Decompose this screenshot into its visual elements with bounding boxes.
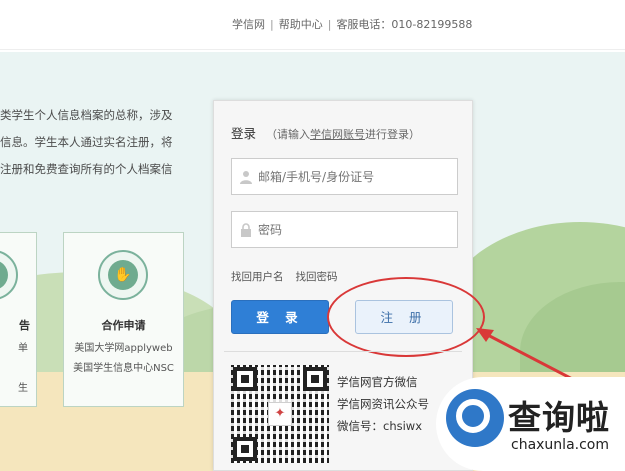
qr-finder xyxy=(303,367,327,391)
login-panel: 登录（请输入学信网账号进行登录） 找回用户名找回密码 登 录 注 册 ✦ 学信网… xyxy=(213,100,485,471)
customer-service-phone: 客服电话：010-82199588 xyxy=(336,18,473,31)
qr-finder xyxy=(233,437,257,461)
cooperation-card[interactable]: ✋ 合作申请 美国大学网applyweb 美国学生信息中心NSC xyxy=(63,232,184,407)
card-line: 生 xyxy=(18,383,28,394)
lock-icon xyxy=(240,223,252,237)
recovery-links: 找回用户名 找回密码 xyxy=(231,269,338,284)
applyweb-link[interactable]: 美国大学网applyweb xyxy=(64,339,183,354)
find-username-link[interactable]: 找回用户名 xyxy=(231,271,284,283)
watermark: 查询啦 chaxunla.com xyxy=(436,377,625,471)
intro-text: 类学生个人信息档案的总称，涉及 信息。学生本人通过实名注册，将 注册和免费查询所… xyxy=(0,102,200,183)
watermark-logo-icon xyxy=(446,389,504,447)
login-title: 登录 （请输入学信网账号进行登录） xyxy=(231,123,420,142)
wechat-info: 学信网官方微信 学信网资讯公众号 微信号：chsiwx xyxy=(337,371,429,437)
password-field[interactable] xyxy=(231,211,458,248)
login-hint: （请输入学信网账号进行登录） xyxy=(266,128,420,141)
top-links: 学信网 | 帮助中心 | 客服电话：010-82199588 xyxy=(232,16,472,32)
login-heading: 登录 xyxy=(231,126,257,141)
intro-line: 信息。学生本人通过实名注册，将 xyxy=(0,135,173,149)
qr-code-icon: ✦ xyxy=(231,365,329,463)
hint-suffix: 进行登录） xyxy=(365,128,421,141)
account-field[interactable] xyxy=(231,158,458,195)
service-icon: ✓ xyxy=(0,250,18,300)
watermark-brand: 查询啦 xyxy=(508,398,610,437)
watermark-domain: chaxunla.com xyxy=(511,437,609,453)
password-input[interactable] xyxy=(258,212,453,247)
separator: | xyxy=(327,18,332,31)
handshake-icon: ✋ xyxy=(98,250,148,300)
separator: | xyxy=(270,18,274,31)
help-center-link[interactable]: 帮助中心 xyxy=(279,18,323,31)
card-line: 单 xyxy=(18,343,28,354)
service-card-partial[interactable]: ✓ 告 单 生 xyxy=(0,232,37,407)
cooperation-title: 合作申请 xyxy=(101,319,146,332)
top-navigation: 学信网 | 帮助中心 | 客服电话：010-82199588 xyxy=(0,0,625,50)
hint-prefix: （请输入 xyxy=(266,128,311,141)
user-icon xyxy=(240,170,252,184)
card-title: 告 xyxy=(19,319,30,332)
wechat-line: 学信网资讯公众号 xyxy=(337,397,429,411)
highlight-circle xyxy=(327,277,485,357)
wechat-line: 微信号：chsiwx xyxy=(337,419,423,433)
find-password-link[interactable]: 找回密码 xyxy=(296,271,338,283)
wechat-line: 学信网官方微信 xyxy=(337,375,418,389)
site-link[interactable]: 学信网 xyxy=(232,18,265,31)
intro-line: 类学生个人信息档案的总称，涉及 xyxy=(0,108,173,122)
nsc-link[interactable]: 美国学生信息中心NSC xyxy=(64,359,183,374)
account-input[interactable] xyxy=(258,159,453,194)
divider xyxy=(224,351,462,352)
qr-logo-icon: ✦ xyxy=(268,402,292,426)
account-link[interactable]: 学信网账号 xyxy=(310,128,365,141)
qr-finder xyxy=(233,367,257,391)
login-button[interactable]: 登 录 xyxy=(231,300,329,334)
intro-line: 注册和免费查询所有的个人档案信 xyxy=(0,162,173,176)
